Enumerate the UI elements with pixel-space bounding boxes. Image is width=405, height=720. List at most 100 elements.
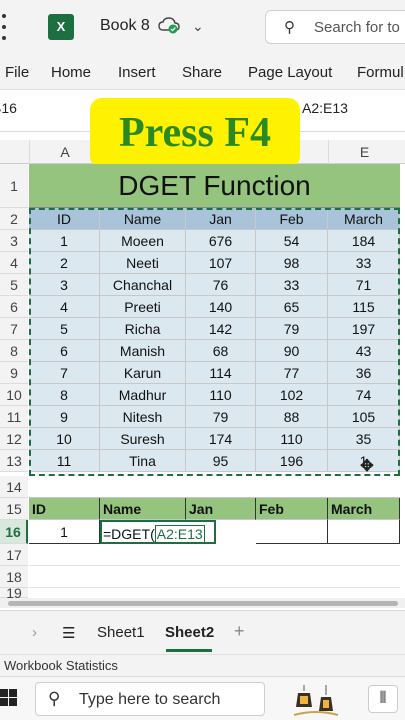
criteria-march-cell[interactable] (328, 520, 400, 544)
table-cell-id[interactable]: 2 (29, 252, 100, 274)
table-cell-name[interactable]: Madhur (100, 384, 186, 406)
row-header-3[interactable]: 3 (0, 230, 28, 252)
table-cell-feb[interactable]: 102 (256, 384, 328, 406)
all-sheets-menu-icon[interactable]: ☰ (62, 624, 75, 642)
table-cell-name[interactable]: Chanchal (100, 274, 186, 296)
row-header-13[interactable]: 13 (0, 450, 28, 472)
table-cell-id[interactable]: 11 (29, 450, 100, 472)
tab-sheet2[interactable]: Sheet2 (165, 624, 214, 641)
criteria-header-feb[interactable]: Feb (256, 498, 328, 520)
table-cell-id[interactable]: 9 (29, 406, 100, 428)
criteria-header-jan[interactable]: Jan (186, 498, 256, 520)
active-cell-editor[interactable]: =DGET(A2:E13 (100, 520, 216, 544)
select-all-corner[interactable] (0, 140, 28, 164)
table-cell-jan[interactable]: 676 (186, 230, 256, 252)
table-cell-id[interactable]: 1 (29, 230, 100, 252)
add-sheet-button[interactable]: + (234, 621, 245, 642)
empty-cell[interactable] (186, 476, 256, 498)
tab-sheet1[interactable]: Sheet1 (97, 624, 145, 641)
table-header-march[interactable]: March (328, 208, 400, 230)
windows-start-icon[interactable] (0, 689, 18, 707)
row-header-4[interactable]: 4 (0, 252, 28, 274)
more-icon[interactable] (0, 12, 18, 42)
table-header-name[interactable]: Name (100, 208, 186, 230)
row-header-6[interactable]: 6 (0, 296, 28, 318)
table-cell-feb[interactable]: 90 (256, 340, 328, 362)
table-cell-name[interactable]: Richa (100, 318, 186, 340)
table-cell-march[interactable]: 115 (328, 296, 400, 318)
table-cell-march[interactable]: 33 (328, 252, 400, 274)
empty-cell[interactable] (328, 476, 400, 498)
row-header-10[interactable]: 10 (0, 384, 28, 406)
table-cell-jan[interactable]: 68 (186, 340, 256, 362)
empty-cell[interactable] (256, 566, 328, 588)
row-header-11[interactable]: 11 (0, 406, 28, 428)
criteria-header-name[interactable]: Name (100, 498, 186, 520)
table-cell-id[interactable]: 3 (29, 274, 100, 296)
table-cell-name[interactable]: Karun (100, 362, 186, 384)
workbook-title[interactable]: Book 8 (100, 17, 150, 35)
row-header-7[interactable]: 7 (0, 318, 28, 340)
menu-page-layout[interactable]: Page Layout (248, 64, 332, 81)
row-header-12[interactable]: 12 (0, 428, 28, 450)
menu-home[interactable]: Home (51, 64, 91, 81)
table-cell-name[interactable]: Tina (100, 450, 186, 472)
menu-file[interactable]: File (5, 64, 29, 81)
table-cell-feb[interactable]: 196 (256, 450, 328, 472)
table-cell-jan[interactable]: 76 (186, 274, 256, 296)
table-cell-march[interactable]: 43 (328, 340, 400, 362)
empty-cell[interactable] (328, 588, 400, 598)
table-cell-feb[interactable]: 88 (256, 406, 328, 428)
criteria-id-cell[interactable]: 1 (29, 520, 100, 544)
empty-cell[interactable] (256, 476, 328, 498)
empty-cell[interactable] (256, 544, 328, 566)
lantern-widget-icon[interactable] (292, 685, 340, 717)
table-cell-march[interactable]: 71 (328, 274, 400, 296)
table-cell-id[interactable]: 10 (29, 428, 100, 450)
table-cell-march[interactable]: 197 (328, 318, 400, 340)
workbook-statistics[interactable]: Workbook Statistics (4, 658, 118, 673)
row-header-15[interactable]: 15 (0, 498, 28, 520)
empty-cell[interactable] (100, 544, 186, 566)
task-view-icon[interactable]: ⫴ (368, 685, 398, 713)
empty-cell[interactable] (186, 544, 256, 566)
menu-share[interactable]: Share (182, 64, 222, 81)
table-cell-feb[interactable]: 65 (256, 296, 328, 318)
empty-cell[interactable] (256, 588, 328, 598)
scroll-tabs-right-icon[interactable]: › (32, 624, 37, 641)
empty-cell[interactable] (29, 566, 100, 588)
table-header-feb[interactable]: Feb (256, 208, 328, 230)
table-cell-march[interactable]: 105 (328, 406, 400, 428)
empty-cell[interactable] (29, 544, 100, 566)
row-header-14[interactable]: 14 (0, 476, 28, 498)
name-box[interactable]: B16 (0, 100, 17, 116)
row-header-1[interactable]: 1 (0, 164, 28, 208)
row-header-8[interactable]: 8 (0, 340, 28, 362)
table-cell-id[interactable]: 8 (29, 384, 100, 406)
empty-cell[interactable] (100, 476, 186, 498)
table-cell-name[interactable]: Moeen (100, 230, 186, 252)
sheet-title-cell[interactable]: DGET Function (29, 164, 400, 208)
column-header-e[interactable]: E (328, 140, 400, 164)
table-cell-march[interactable]: 184 (328, 230, 400, 252)
row-header-9[interactable]: 9 (0, 362, 28, 384)
criteria-feb-cell[interactable] (256, 520, 328, 544)
row-header-19[interactable]: 19 (0, 586, 28, 600)
search-box[interactable]: ⚲ Search for to (265, 10, 405, 44)
empty-cell[interactable] (29, 588, 100, 598)
row-header-17[interactable]: 17 (0, 544, 28, 566)
empty-cell[interactable] (328, 566, 400, 588)
taskbar-search[interactable]: ⚲ Type here to search (35, 682, 265, 716)
table-cell-jan[interactable]: 107 (186, 252, 256, 274)
menu-formulas[interactable]: Formul (357, 64, 404, 81)
empty-cell[interactable] (328, 544, 400, 566)
table-header-id[interactable]: ID (29, 208, 100, 230)
table-cell-id[interactable]: 5 (29, 318, 100, 340)
table-cell-march[interactable]: 36 (328, 362, 400, 384)
table-cell-feb[interactable]: 98 (256, 252, 328, 274)
table-cell-feb[interactable]: 54 (256, 230, 328, 252)
table-cell-jan[interactable]: 114 (186, 362, 256, 384)
row-header-16[interactable]: 16 (0, 520, 28, 544)
table-cell-name[interactable]: Manish (100, 340, 186, 362)
row-header-5[interactable]: 5 (0, 274, 28, 296)
